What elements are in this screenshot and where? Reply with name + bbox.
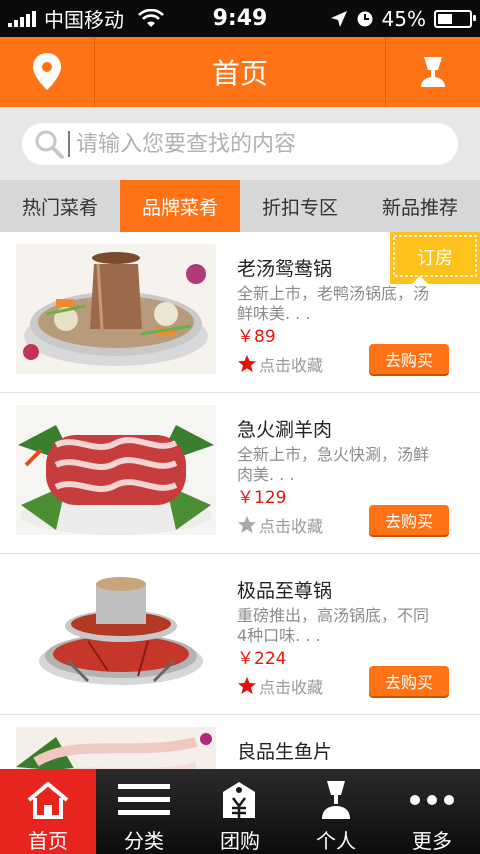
tabbar-label: 分类 bbox=[124, 829, 164, 853]
favorite-label: 点击收藏 bbox=[259, 356, 324, 375]
tabbar-home[interactable]: 首页 bbox=[0, 769, 96, 854]
tabbar-category[interactable]: 分类 bbox=[96, 769, 192, 854]
buy-button[interactable]: 去购买 bbox=[369, 344, 449, 374]
search-bar bbox=[0, 107, 480, 180]
buy-button[interactable]: 去购买 bbox=[369, 666, 449, 696]
location-pin-icon bbox=[33, 53, 61, 90]
item-title: 良品生鱼片 bbox=[237, 741, 333, 763]
item-price: ￥129 bbox=[237, 488, 287, 508]
item-title: 老汤鸳鸯锅 bbox=[237, 258, 333, 280]
location-arrow-icon bbox=[330, 10, 347, 27]
person-icon bbox=[322, 781, 350, 819]
battery-icon bbox=[434, 9, 476, 28]
product-image bbox=[16, 244, 216, 374]
favorite-label: 点击收藏 bbox=[259, 517, 324, 536]
signal-strength-icon bbox=[8, 10, 36, 27]
profile-button[interactable] bbox=[385, 37, 480, 107]
tab-brand-dishes[interactable]: 品牌菜肴 bbox=[120, 180, 240, 232]
buy-button[interactable]: 去购买 bbox=[369, 505, 449, 535]
product-image bbox=[16, 405, 216, 535]
list-item[interactable]: 老汤鸳鸯锅 全新上市，老鸭汤锅底，汤鲜味美. . . ￥89 点击收藏 去购买 … bbox=[0, 232, 480, 393]
tabbar-label: 更多 bbox=[412, 829, 452, 853]
tab-new-arrivals[interactable]: 新品推荐 bbox=[360, 180, 480, 232]
tabbar-label: 团购 bbox=[220, 829, 260, 853]
list-item[interactable]: 急火涮羊肉 全新上市，急火快涮，汤鲜肉美. . . ￥129 点击收藏 去购买 bbox=[0, 393, 480, 554]
product-image bbox=[28, 566, 214, 696]
item-title: 极品至尊锅 bbox=[237, 580, 333, 602]
battery-percent: 45% bbox=[381, 6, 426, 31]
more-dots-icon bbox=[410, 795, 454, 805]
item-description: 重磅推出，高汤锅底，不同4种口味. . . bbox=[237, 606, 430, 645]
product-image bbox=[16, 727, 216, 769]
favorite-button[interactable]: 点击收藏 bbox=[237, 513, 323, 537]
carrier-name: 中国移动 bbox=[44, 8, 124, 32]
tabbar-label: 个人 bbox=[316, 829, 356, 853]
search-icon bbox=[35, 130, 64, 159]
price-tag-icon bbox=[223, 782, 255, 818]
favorite-button[interactable]: 点击收藏 bbox=[237, 674, 323, 698]
bottom-tab-bar: 首页 分类 团购 个人 更多 bbox=[0, 769, 480, 854]
menu-list-icon bbox=[118, 784, 170, 815]
page-title: 首页 bbox=[211, 57, 268, 90]
text-cursor bbox=[68, 131, 70, 157]
product-list: 老汤鸳鸯锅 全新上市，老鸭汤锅底，汤鲜味美. . . ￥89 点击收藏 去购买 … bbox=[0, 232, 480, 769]
location-button[interactable] bbox=[0, 37, 95, 107]
favorite-button[interactable]: 点击收藏 bbox=[237, 352, 323, 376]
item-description: 全新上市，老鸭汤锅底，汤鲜味美. . . bbox=[237, 284, 430, 323]
tab-discount-zone[interactable]: 折扣专区 bbox=[240, 180, 360, 232]
tabbar-profile[interactable]: 个人 bbox=[288, 769, 384, 854]
favorite-label: 点击收藏 bbox=[259, 678, 324, 697]
tab-hot-dishes[interactable]: 热门菜肴 bbox=[0, 180, 120, 232]
home-icon bbox=[27, 782, 69, 819]
star-filled-icon bbox=[238, 677, 256, 694]
ribbon-label: 订房 bbox=[417, 248, 453, 269]
list-item[interactable]: 良品生鱼片 bbox=[0, 715, 480, 769]
star-filled-icon bbox=[238, 355, 256, 372]
alarm-clock-icon bbox=[357, 11, 373, 26]
tabbar-group-buy[interactable]: 团购 bbox=[192, 769, 288, 854]
star-outline-icon bbox=[238, 516, 256, 533]
item-price: ￥224 bbox=[237, 649, 287, 669]
user-cup-icon bbox=[421, 57, 445, 87]
navigation-bar: 首页 bbox=[0, 37, 480, 107]
item-price: ￥89 bbox=[237, 327, 276, 347]
search-input[interactable] bbox=[74, 130, 438, 158]
list-item[interactable]: 极品至尊锅 重磅推出，高汤锅底，不同4种口味. . . ￥224 点击收藏 去购… bbox=[0, 554, 480, 715]
tabbar-more[interactable]: 更多 bbox=[384, 769, 480, 854]
item-title: 急火涮羊肉 bbox=[237, 419, 333, 441]
category-tabs: 热门菜肴 品牌菜肴 折扣专区 新品推荐 bbox=[0, 180, 480, 232]
search-box[interactable] bbox=[22, 123, 458, 165]
wifi-icon bbox=[138, 8, 164, 27]
tabbar-label: 首页 bbox=[28, 829, 68, 853]
status-bar: 中国移动 9:49 45% bbox=[0, 0, 480, 37]
item-description: 全新上市，急火快涮，汤鲜肉美. . . bbox=[237, 445, 430, 484]
